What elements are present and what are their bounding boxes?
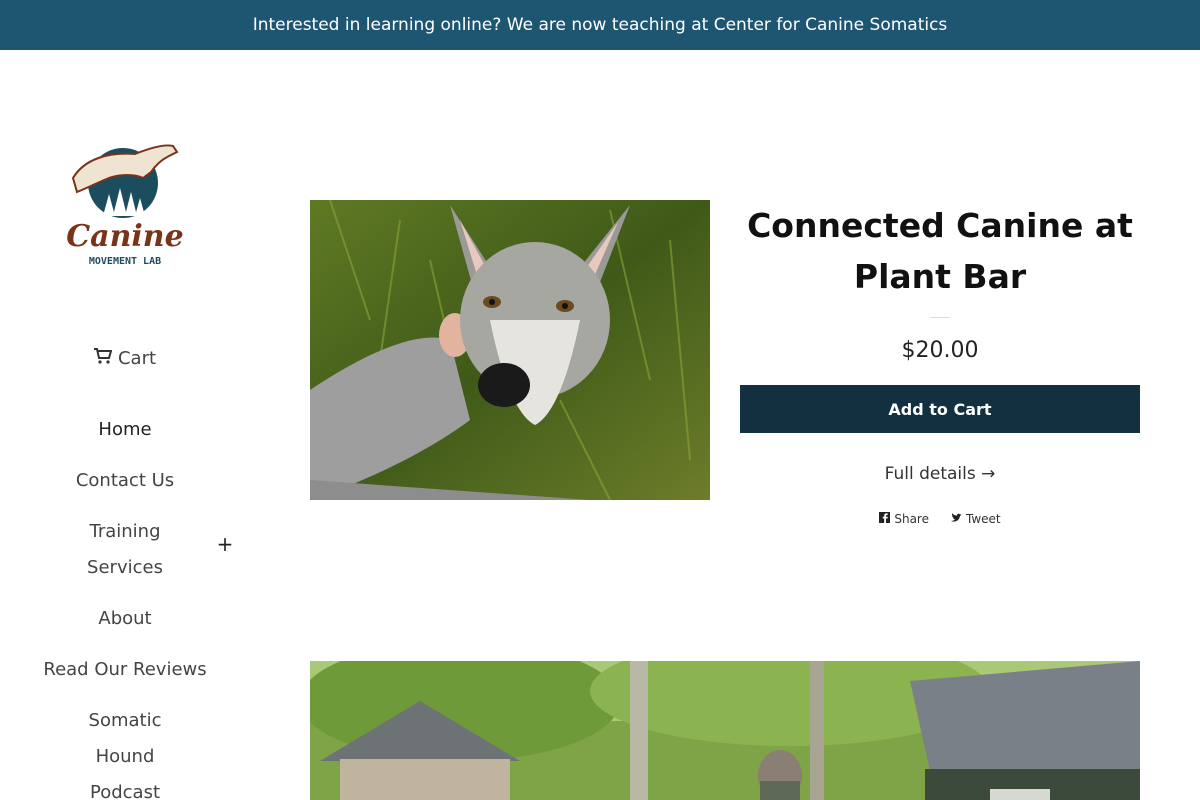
featured-image[interactable] [310, 661, 1140, 800]
nav-item-training-services[interactable]: Training Services + [65, 514, 233, 586]
nav-item-label: Contact Us [75, 470, 175, 491]
nav-item-label: About [98, 608, 152, 629]
plus-icon[interactable]: + [215, 534, 235, 554]
cart-icon [93, 348, 113, 369]
nav-item-somatic-hound-podcast[interactable]: Somatic Hound Podcast [65, 703, 185, 800]
social-share: Share Tweet [740, 512, 1140, 526]
announcement-text[interactable]: Interested in learning online? We are no… [253, 15, 948, 35]
nav-item-label: Training Services [87, 521, 163, 578]
nav-item-label: Somatic Hound Podcast [88, 710, 162, 800]
title-divider [930, 317, 950, 318]
tweet-label: Tweet [966, 512, 1001, 526]
nav-item-label: Read Our Reviews [43, 659, 207, 680]
share-label: Share [894, 512, 929, 526]
site-logo[interactable]: Canine MOVEMENT LAB [65, 138, 185, 270]
cart-link[interactable]: Cart [60, 348, 190, 369]
twitter-icon [951, 512, 962, 526]
product-image[interactable] [310, 200, 710, 500]
announcement-bar[interactable]: Interested in learning online? We are no… [0, 0, 1200, 50]
sidebar-nav: Home Contact Us Training Services + Abou… [20, 412, 233, 800]
nav-item-label: Home [98, 419, 152, 440]
nav-item-about[interactable]: About [20, 601, 230, 637]
share-button[interactable]: Share [879, 512, 929, 526]
product-price: $20.00 [901, 338, 979, 363]
cart-label: Cart [117, 348, 157, 369]
logo-wordmark: Canine [66, 219, 183, 254]
product-title: Connected Canine at Plant Bar [747, 206, 1133, 296]
facebook-icon [879, 512, 891, 526]
tweet-button[interactable]: Tweet [951, 512, 1001, 526]
logo-tagline: MOVEMENT LAB [89, 256, 161, 267]
add-to-cart-button[interactable]: Add to Cart [740, 385, 1140, 433]
nav-item-contact-us[interactable]: Contact Us [20, 463, 230, 499]
nav-item-home[interactable]: Home [20, 412, 230, 448]
full-details-link[interactable]: Full details → [740, 464, 1140, 484]
nav-item-read-our-reviews[interactable]: Read Our Reviews [20, 652, 230, 688]
